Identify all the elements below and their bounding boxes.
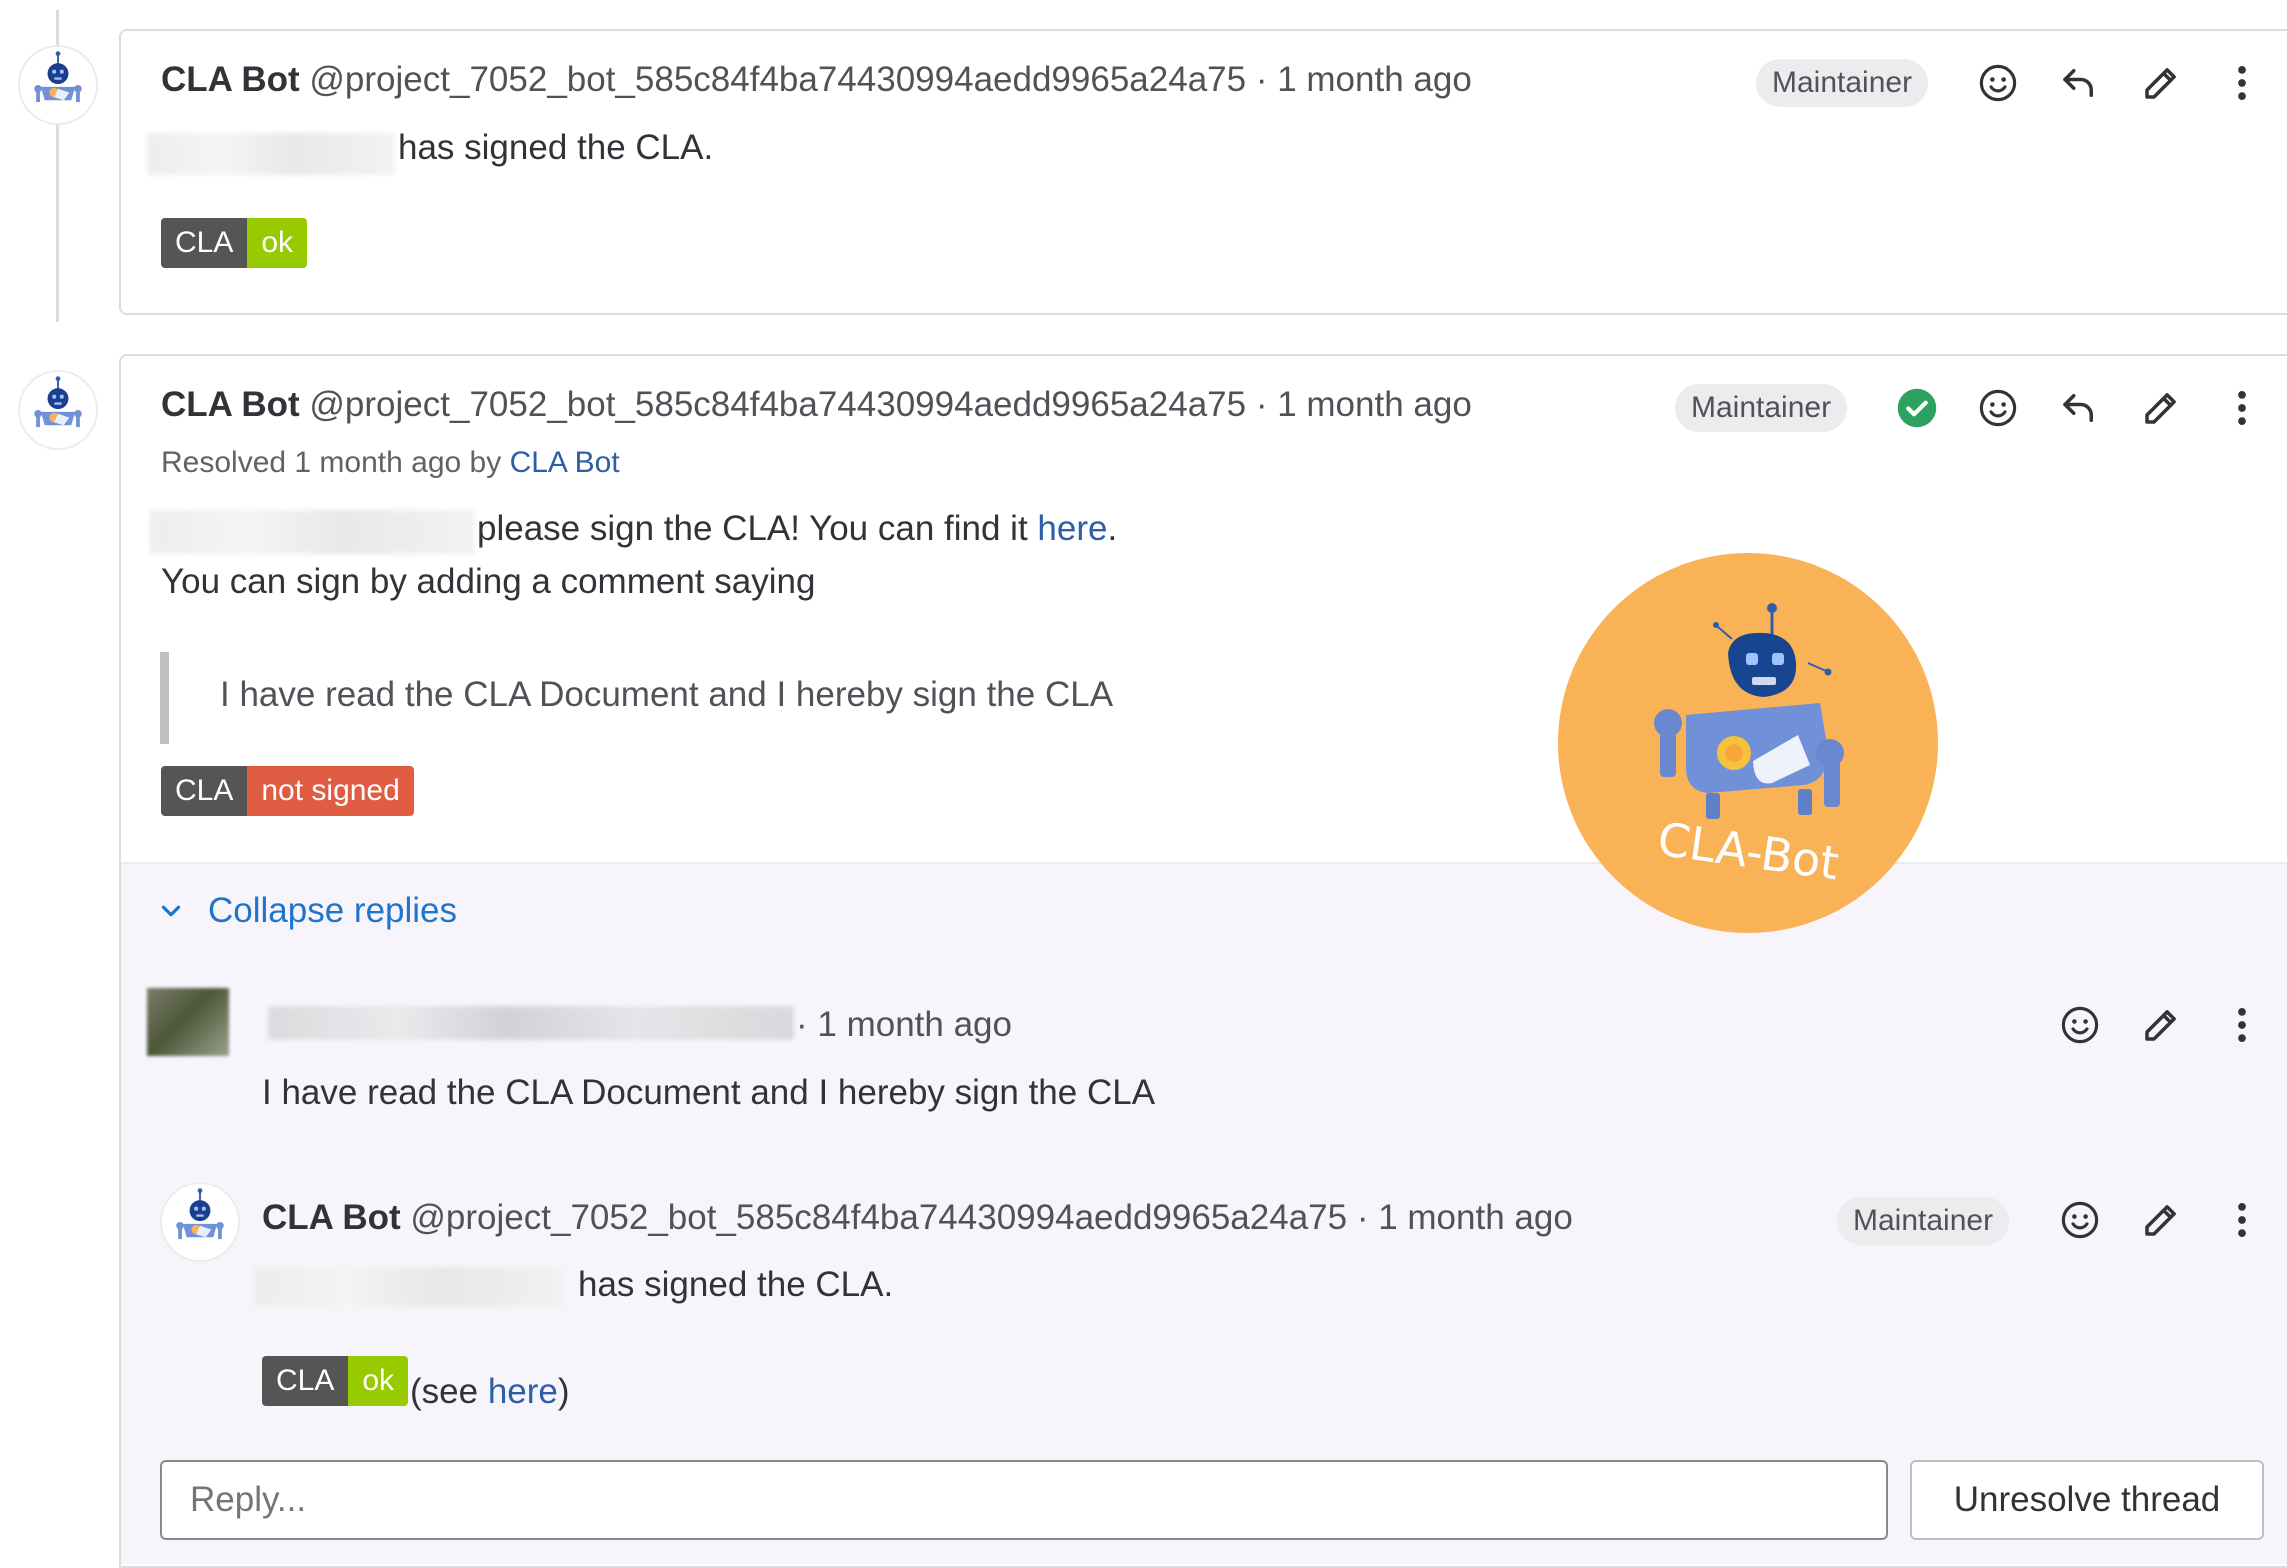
author-handle[interactable]: @project_7052_bot_585c84f4ba74430994aedd…	[410, 1198, 1347, 1237]
edit-button[interactable]	[2133, 997, 2189, 1053]
edit-button[interactable]	[2133, 55, 2189, 111]
reply-button[interactable]	[2051, 380, 2107, 436]
see-prefix: (see	[410, 1372, 479, 1411]
reply-timestamp[interactable]: · 1 month ago	[1357, 1198, 1573, 1237]
shield-value: not signed	[247, 766, 414, 816]
add-reaction-button[interactable]	[2052, 1192, 2108, 1248]
note-author-line: CLA Bot @project_7052_bot_585c84f4ba7443…	[161, 385, 1472, 425]
author-name[interactable]: CLA Bot	[161, 385, 300, 424]
redacted-username	[150, 510, 475, 554]
avatar[interactable]	[18, 370, 98, 450]
unresolve-thread-button[interactable]: Unresolve thread	[1910, 1460, 2264, 1540]
cla-bot-avatar-icon	[20, 47, 96, 123]
reply-button[interactable]	[2051, 55, 2107, 111]
cla-status-shield: CLA ok	[161, 218, 308, 268]
author-name[interactable]: CLA Bot	[262, 1198, 401, 1237]
kebab-menu-icon	[2221, 387, 2263, 429]
pencil-icon	[2140, 1199, 2182, 1241]
shield-value: ok	[247, 218, 308, 268]
role-badge: Maintainer	[1675, 384, 1848, 432]
reply-author-line: CLA Bot @project_7052_bot_585c84f4ba7443…	[262, 1198, 1573, 1238]
reply-input[interactable]	[160, 1460, 1888, 1540]
cla-bot-sticker: CLA-Bot	[1558, 553, 1938, 933]
author-name[interactable]: CLA Bot	[161, 60, 300, 99]
shield-label: CLA	[262, 1356, 349, 1406]
note-body-line1: please sign the CLA! You can find it her…	[477, 509, 1117, 549]
avatar[interactable]	[160, 1182, 240, 1262]
redacted-author	[268, 1006, 794, 1040]
kebab-menu-icon	[2221, 62, 2263, 104]
role-badge: Maintainer	[1756, 59, 1929, 107]
see-link[interactable]: here	[488, 1372, 558, 1411]
cla-bot-mascot-icon: CLA-Bot	[1654, 603, 1844, 891]
cla-bot-avatar-icon	[20, 372, 96, 448]
more-actions-button[interactable]	[2214, 1192, 2270, 1248]
smile-icon	[2059, 1199, 2101, 1241]
cla-status-shield: CLA not signed	[161, 766, 414, 816]
note-timestamp[interactable]: · 1 month ago	[1256, 60, 1472, 99]
cla-bot-avatar-icon	[162, 1184, 238, 1260]
resolved-by-link[interactable]: CLA Bot	[510, 446, 620, 479]
blockquote-bar	[160, 652, 169, 744]
see-suffix: )	[557, 1372, 570, 1411]
more-actions-button[interactable]	[2214, 997, 2270, 1053]
note-author-line: CLA Bot @project_7052_bot_585c84f4ba7443…	[161, 60, 1472, 100]
chevron-down-icon	[161, 905, 181, 917]
avatar[interactable]	[147, 988, 229, 1056]
smile-icon	[2059, 1004, 2101, 1046]
pencil-icon	[2140, 387, 2182, 429]
author-handle[interactable]: @project_7052_bot_585c84f4ba74430994aedd…	[309, 60, 1246, 99]
edit-button[interactable]	[2133, 1192, 2189, 1248]
add-reaction-button[interactable]	[2052, 997, 2108, 1053]
reply-timestamp[interactable]: · 1 month ago	[796, 1005, 1012, 1045]
smile-icon	[1977, 387, 2019, 429]
cla-status-shield: CLA ok	[262, 1356, 409, 1406]
author-handle[interactable]: @project_7052_bot_585c84f4ba74430994aedd…	[309, 385, 1246, 424]
check-circle-icon	[1896, 387, 1938, 429]
resolved-info: Resolved 1 month ago by CLA Bot	[161, 446, 620, 480]
note-timestamp[interactable]: · 1 month ago	[1256, 385, 1472, 424]
collapse-replies-label: Collapse replies	[208, 891, 458, 930]
body-punct: .	[1107, 509, 1118, 548]
sticker-label: CLA-Bot	[1654, 812, 1842, 891]
shield-value: ok	[348, 1356, 409, 1406]
body-text: please sign the CLA! You can find it	[477, 509, 1028, 548]
shield-label: CLA	[161, 766, 248, 816]
add-reaction-button[interactable]	[1970, 380, 2026, 436]
smile-icon	[1977, 62, 2019, 104]
redacted-username	[147, 133, 395, 175]
redacted-username	[254, 1267, 566, 1307]
pencil-icon	[2140, 1004, 2182, 1046]
more-actions-button[interactable]	[2214, 380, 2270, 436]
see-reference: (see here)	[410, 1372, 570, 1412]
note-body-line2: You can sign by adding a comment saying	[161, 562, 816, 601]
kebab-menu-icon	[2221, 1199, 2263, 1241]
add-reaction-button[interactable]	[1970, 55, 2026, 111]
resolved-prefix: Resolved 1 month ago by	[161, 446, 502, 479]
more-actions-button[interactable]	[2214, 55, 2270, 111]
shield-label: CLA	[161, 218, 248, 268]
reply-body: has signed the CLA.	[578, 1265, 894, 1304]
edit-button[interactable]	[2133, 380, 2189, 436]
note-body: has signed the CLA.	[398, 128, 714, 167]
collapse-replies-button[interactable]: Collapse replies	[156, 891, 457, 931]
cla-document-link[interactable]: here	[1037, 509, 1107, 548]
resolved-status-button[interactable]	[1889, 380, 1945, 436]
avatar[interactable]	[18, 45, 98, 125]
reply-body: I have read the CLA Document and I hereb…	[262, 1073, 1156, 1112]
reply-arrow-icon	[2058, 62, 2100, 104]
blockquote-text: I have read the CLA Document and I hereb…	[220, 675, 1114, 714]
pencil-icon	[2140, 62, 2182, 104]
kebab-menu-icon	[2221, 1004, 2263, 1046]
reply-arrow-icon	[2058, 387, 2100, 429]
role-badge: Maintainer	[1837, 1197, 2010, 1245]
